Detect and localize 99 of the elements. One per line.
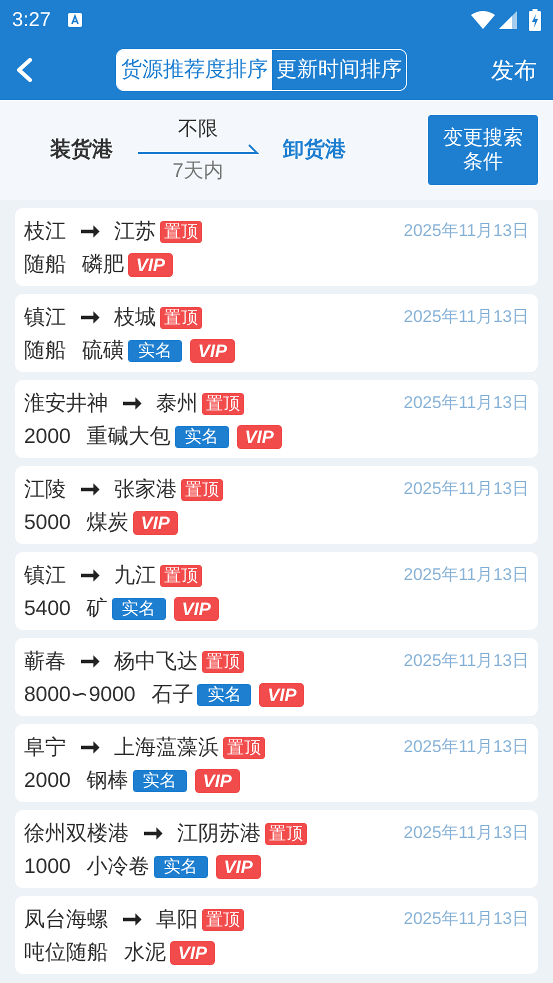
- notification-icon: [66, 12, 83, 28]
- verified-tag: 实名: [174, 426, 229, 448]
- origin-text: 蕲春: [24, 649, 66, 675]
- date-text: 2025年11月13日: [404, 909, 529, 928]
- cargo-text: 小冷卷: [86, 854, 150, 880]
- pinned-tag: 置顶: [202, 909, 244, 931]
- listing-card[interactable]: 江陵 ➞ 张家港 置顶 5000 煤炭 VIP 2025年11月13日: [15, 466, 538, 544]
- arrow-text: ➞: [122, 905, 142, 935]
- wifi-icon: [471, 11, 495, 29]
- destination-text: 张家港: [114, 477, 177, 503]
- arrow-text: ➞: [122, 389, 142, 419]
- listing-card[interactable]: 蕲春 ➞ 杨中飞达 置顶 8000∽9000 石子 实名 VIP 2025年11月13日: [15, 638, 538, 716]
- cargo-text: 硫磺: [82, 338, 124, 364]
- origin-text: 镇江: [24, 305, 66, 331]
- quantity-text: 5400: [24, 596, 71, 622]
- origin-text: 淮安井神: [24, 391, 108, 417]
- arrow-text: ➞: [80, 303, 100, 333]
- quantity-text: 随船: [24, 338, 66, 364]
- cargo-text: 水泥: [124, 940, 166, 966]
- pinned-tag: 置顶: [160, 565, 202, 587]
- arrow-text: ➞: [80, 733, 100, 763]
- listing-card[interactable]: 徐州双楼港 ➞ 江阴苏港 置顶 1000 小冷卷 实名 VIP 2025年11月13日: [15, 810, 538, 888]
- vip-tag: VIP: [194, 769, 240, 793]
- origin-text: 凤台海螺: [24, 907, 108, 933]
- origin-port-label[interactable]: 装货港: [50, 134, 113, 166]
- date-text: 2025年11月13日: [404, 565, 529, 584]
- range-label: 不限: [178, 117, 218, 142]
- destination-text: 泰州: [156, 391, 198, 417]
- pinned-tag: 置顶: [202, 393, 244, 415]
- verified-tag: 实名: [112, 598, 166, 620]
- pinned-tag: 置顶: [202, 651, 244, 673]
- quantity-text: 2000: [24, 768, 71, 794]
- date-text: 2025年11月13日: [404, 823, 529, 842]
- cargo-text: 钢棒: [86, 768, 129, 794]
- cargo-text: 磷肥: [82, 252, 124, 278]
- quantity-text: 8000∽9000: [24, 682, 136, 708]
- destination-text: 枝城: [114, 305, 156, 331]
- cargo-text: 矿: [86, 596, 108, 622]
- listing-card[interactable]: 镇江 ➞ 九江 置顶 5400 矿 实名 VIP 2025年11月13日: [15, 552, 538, 630]
- origin-text: 枝江: [24, 219, 66, 245]
- sort-tab[interactable]: 货源推荐度排序: [117, 50, 272, 90]
- arrow-text: ➞: [80, 475, 100, 505]
- verified-tag: 实名: [154, 856, 208, 878]
- origin-text: 镇江: [24, 563, 66, 589]
- pinned-tag: 置顶: [160, 307, 202, 329]
- destination-port-label[interactable]: 卸货港: [283, 134, 346, 166]
- listing-card[interactable]: 淮安井神 ➞ 泰州 置顶 2000 重碱大包 实名 VIP 2025年11月13日: [15, 380, 538, 458]
- signal-icon: [499, 11, 517, 29]
- pinned-tag: 置顶: [160, 221, 202, 243]
- vip-tag: VIP: [236, 425, 282, 449]
- destination-text: 九江: [114, 563, 156, 589]
- arrow-text: ➞: [143, 819, 163, 849]
- verified-tag: 实名: [197, 684, 252, 706]
- change-search-button[interactable]: 变更搜索条件: [428, 115, 538, 185]
- clock-time: 3:27: [12, 8, 51, 33]
- date-text: 2025年11月13日: [404, 393, 529, 412]
- origin-text: 江陵: [24, 477, 66, 503]
- verified-tag: 实名: [128, 340, 182, 362]
- period-label: 7天内: [172, 159, 224, 184]
- vip-tag: VIP: [132, 511, 178, 535]
- pinned-tag: 置顶: [223, 737, 265, 759]
- arrow-text: ➞: [80, 647, 100, 677]
- verified-tag: 实名: [132, 770, 187, 792]
- listing-card[interactable]: 枝江 ➞ 江苏 置顶 随船 磷肥 VIP 2025年11月13日: [15, 208, 538, 286]
- vip-tag: VIP: [216, 855, 261, 879]
- date-text: 2025年11月13日: [404, 479, 529, 498]
- destination-text: 江阴苏港: [177, 821, 261, 847]
- origin-text: 徐州双楼港: [24, 821, 129, 847]
- destination-text: 杨中飞达: [114, 649, 198, 675]
- listing-card[interactable]: 凤台海螺 ➞ 阜阳 置顶 吨位随船 水泥 VIP 2025年11月13日: [15, 896, 538, 974]
- date-text: 2025年11月13日: [404, 221, 529, 240]
- cargo-text: 石子: [151, 682, 194, 708]
- vip-tag: VIP: [174, 597, 219, 621]
- vip-tag: VIP: [170, 941, 216, 965]
- quantity-text: 2000: [24, 424, 71, 450]
- quantity-text: 随船: [24, 252, 66, 278]
- destination-text: 阜阳: [156, 907, 198, 933]
- vip-tag: VIP: [190, 339, 236, 363]
- listing-card[interactable]: 阜宁 ➞ 上海蕰藻浜 置顶 2000 钢棒 实名 VIP 2025年11月13日: [15, 724, 538, 802]
- quantity-text: 1000: [24, 854, 71, 880]
- pinned-tag: 置顶: [181, 479, 223, 501]
- date-text: 2025年11月13日: [404, 651, 529, 670]
- quantity-text: 5000: [24, 510, 71, 536]
- origin-text: 阜宁: [24, 735, 66, 761]
- cargo-text: 重碱大包: [86, 424, 171, 450]
- arrow-text: ➞: [80, 217, 100, 247]
- quantity-text: 吨位随船: [24, 940, 108, 966]
- arrow-text: ➞: [80, 561, 100, 591]
- cargo-text: 煤炭: [86, 510, 129, 536]
- listing-card[interactable]: 镇江 ➞ 枝城 置顶 随船 硫磺 实名 VIP 2025年11月13日: [15, 294, 538, 372]
- date-text: 2025年11月13日: [404, 737, 529, 756]
- destination-text: 上海蕰藻浜: [114, 735, 219, 761]
- vip-tag: VIP: [128, 253, 174, 277]
- pinned-tag: 置顶: [265, 823, 307, 845]
- vip-tag: VIP: [259, 683, 304, 707]
- publish-button[interactable]: 发布: [485, 52, 543, 88]
- destination-text: 江苏: [114, 219, 156, 245]
- date-text: 2025年11月13日: [404, 307, 529, 326]
- battery-icon: [529, 9, 541, 31]
